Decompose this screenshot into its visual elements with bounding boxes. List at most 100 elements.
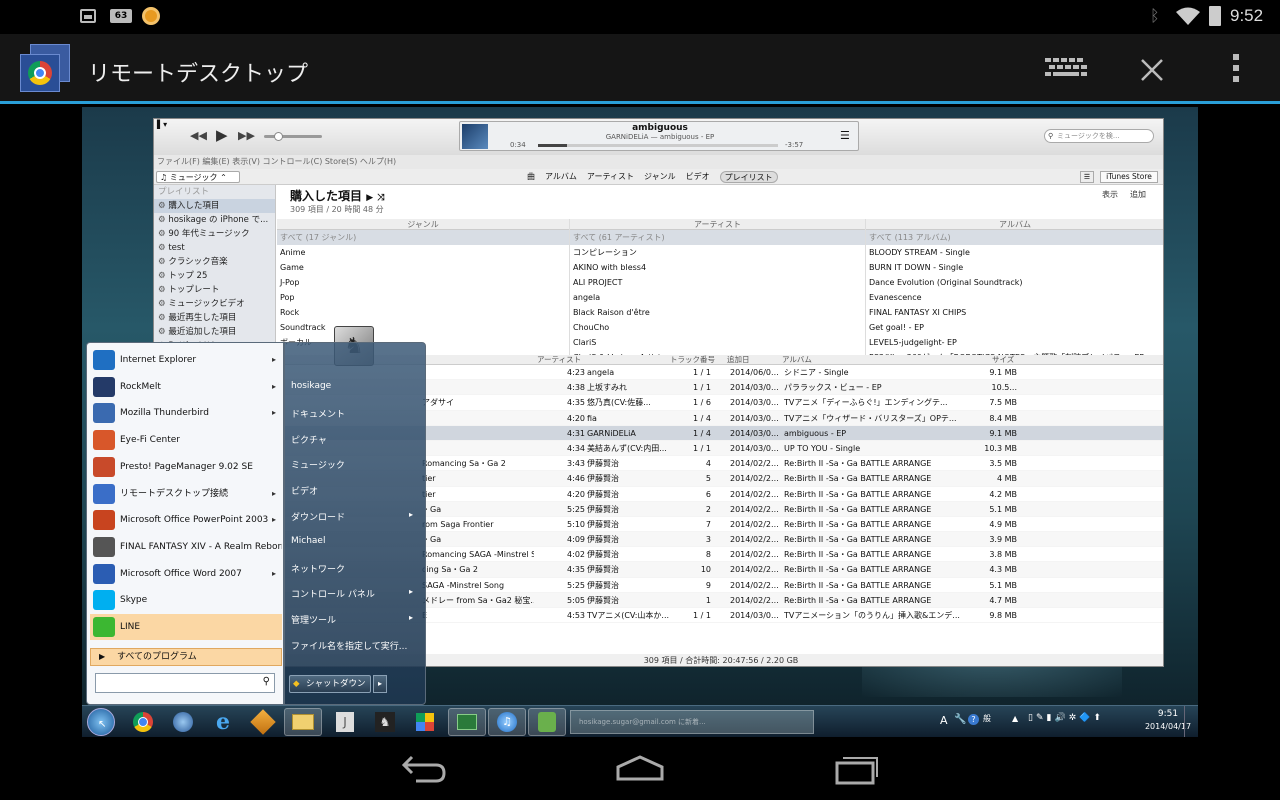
start-program-item[interactable]: Microsoft Office Word 2007 ▸ (90, 561, 282, 587)
artist-item[interactable]: angela (570, 290, 865, 305)
play-playlist-icon[interactable]: ▶ (366, 193, 373, 203)
shuffle-icon[interactable]: ⤨ (377, 193, 384, 203)
genre-item[interactable]: Anime (277, 245, 569, 260)
tab-5[interactable]: プレイリスト (719, 171, 778, 183)
artist-item[interactable]: Black Raison d'être (570, 305, 865, 320)
sidebar-item-playlist[interactable]: ⚙ トップレート (154, 283, 275, 297)
window-menu-icon[interactable]: ▌▾ (157, 120, 167, 129)
tab-4[interactable]: ビデオ (686, 171, 710, 183)
sidebar-item-playlist[interactable]: ⚙ ミュージックビデオ (154, 297, 275, 311)
album-item[interactable]: FINAL FANTASY XI CHIPS (866, 305, 1163, 320)
taskbar-apps-icon[interactable] (406, 708, 444, 736)
start-link-item[interactable]: ネットワーク (291, 562, 345, 575)
start-program-item[interactable]: Internet Explorer ▸ (90, 347, 282, 373)
progress-bar[interactable] (538, 144, 778, 147)
album-item[interactable]: BLOODY STREAM - Single (866, 245, 1163, 260)
genre-item[interactable]: Game (277, 260, 569, 275)
up-next-icon[interactable]: ☰ (840, 129, 850, 142)
start-program-item[interactable]: FINAL FANTASY XIV - A Realm Reborn (90, 534, 282, 560)
artist-item[interactable]: ChouCho (570, 320, 865, 335)
taskbar-ie-icon[interactable]: e (204, 708, 242, 736)
start-program-item[interactable]: Mozilla Thunderbird ▸ (90, 400, 282, 426)
show-hidden-icons[interactable]: ▲ (1012, 714, 1018, 723)
album-item[interactable]: Get goal! - EP (866, 320, 1163, 335)
shutdown-button[interactable]: ◆ シャットダウン (289, 675, 371, 693)
taskbar-notification-toast[interactable]: hosikage.sugar@gmail.com に新着... (570, 710, 814, 734)
genre-item[interactable]: J-Pop (277, 275, 569, 290)
overflow-menu-icon[interactable] (1233, 54, 1241, 84)
sidebar-item-playlist[interactable]: ⚙ 最近再生した項目 (154, 311, 275, 325)
tab-3[interactable]: ジャンル (644, 171, 676, 183)
itunes-menu-bar[interactable]: ファイル(F) 編集(E) 表示(V) コントロール(C) Store(S) ヘ… (154, 155, 1163, 169)
start-program-item[interactable]: リモートデスクトップ接続 ▸ (90, 481, 282, 507)
start-link-item[interactable]: ピクチャ (291, 433, 327, 446)
artist-item[interactable]: コンピレーション (570, 245, 865, 260)
sidebar-item-playlist[interactable]: ⚙ クラシック音楽 (154, 255, 275, 269)
album-item[interactable]: LEVEL5-judgelight- EP (866, 335, 1163, 350)
keyboard-icon[interactable] (1045, 58, 1089, 80)
all-programs-link[interactable]: ▶ すべてのプログラム (90, 648, 282, 666)
taskbar-itunes-icon[interactable]: ♫ (488, 708, 526, 736)
artist-item[interactable]: ALI PROJECT (570, 275, 865, 290)
taskbar-j-icon[interactable]: J (326, 708, 364, 736)
song-column-header[interactable]: トラック番号 (670, 355, 715, 365)
recents-icon[interactable] (833, 751, 881, 785)
album-item[interactable]: Dance Evolution (Original Soundtrack) (866, 275, 1163, 290)
start-program-item[interactable]: Eye-Fi Center (90, 427, 282, 453)
add-to-button[interactable]: 追加 (1130, 189, 1146, 200)
start-program-item[interactable]: Presto! PageManager 9.02 SE (90, 454, 282, 480)
taskbar-evernote-icon[interactable] (528, 708, 566, 736)
album-item[interactable]: すべて (113 アルバム) (866, 230, 1163, 245)
start-link-item[interactable]: ダウンロード ▸ (291, 510, 413, 523)
search-input[interactable]: ⚲ ミュージックを検... (1044, 129, 1154, 143)
start-link-item[interactable]: ミュージック (291, 458, 345, 471)
sidebar-item-playlist[interactable]: ⚙ トップ 25 (154, 269, 275, 283)
album-column-header[interactable]: アルバム (866, 219, 1163, 230)
previous-button[interactable]: ◀◀ (190, 129, 207, 142)
remote-desktop-view[interactable]: ▌▾ ◀◀ ▶ ▶▶ ambiguous GARNiDELiA — ambigu… (82, 107, 1198, 737)
taskbar-explorer-icon[interactable] (284, 708, 322, 736)
tab-1[interactable]: アルバム (545, 171, 577, 183)
library-selector[interactable]: ♫ ミュージック ⌃ (156, 171, 240, 183)
start-link-item[interactable]: Michael (291, 536, 325, 546)
view-option-button[interactable]: 表示 (1102, 189, 1118, 200)
taskbar-remote-icon[interactable] (448, 708, 486, 736)
sidebar-item-playlist[interactable]: ⚙ hosikage の iPhone で... (154, 213, 275, 227)
taskbar-clock-time[interactable]: 9:51 (1148, 709, 1188, 719)
tab-2[interactable]: アーティスト (587, 171, 634, 183)
start-program-item[interactable]: Skype (90, 587, 282, 613)
song-column-header[interactable]: アルバム (782, 355, 812, 365)
sidebar-item-playlist[interactable]: ⚙ test (154, 241, 275, 255)
album-item[interactable]: Evanescence (866, 290, 1163, 305)
volume-slider[interactable] (264, 132, 322, 141)
next-button[interactable]: ▶▶ (238, 129, 255, 142)
itunes-store-button[interactable]: iTunes Store (1100, 171, 1158, 183)
artist-item[interactable]: すべて (61 アーティスト) (570, 230, 865, 245)
play-button[interactable]: ▶ (216, 126, 228, 144)
taskbar-game-icon[interactable]: ♞ (366, 708, 404, 736)
tray-icons[interactable]: ▯✎▮🔊✲🔷⬆ (1028, 713, 1104, 723)
artist-column-header[interactable]: アーティスト (570, 219, 865, 230)
list-view-icon[interactable]: ☰ (1080, 171, 1094, 183)
home-icon[interactable] (614, 753, 666, 783)
start-link-item[interactable]: hosikage (291, 381, 331, 391)
start-program-item[interactable]: LINE (90, 614, 282, 640)
start-program-item[interactable]: RockMelt ▸ (90, 374, 282, 400)
start-link-item[interactable]: ファイル名を指定して実行... (291, 639, 407, 652)
sidebar-item-playlist[interactable]: ⚙ 90 年代ミュージック (154, 227, 275, 241)
genre-item[interactable]: Pop (277, 290, 569, 305)
song-column-header[interactable]: 追加日 (727, 355, 750, 365)
artist-item[interactable]: ClariS (570, 335, 865, 350)
show-desktop-button[interactable] (1184, 706, 1198, 737)
genre-item[interactable]: すべて (17 ジャンル) (277, 230, 569, 245)
start-program-item[interactable]: Microsoft Office PowerPoint 2003 ▸ (90, 507, 282, 533)
sidebar-item-playlist[interactable]: ⚙ 最近追加した項目 (154, 325, 275, 339)
genre-item[interactable]: Rock (277, 305, 569, 320)
start-link-item[interactable]: 管理ツール ▸ (291, 613, 413, 626)
close-icon[interactable] (1140, 58, 1164, 82)
song-column-header[interactable]: サイズ (992, 355, 1014, 365)
tab-0[interactable]: 曲 (527, 171, 535, 183)
taskbar-chrome-icon[interactable] (124, 708, 162, 736)
taskbar-tool-icon[interactable] (244, 708, 282, 736)
artist-item[interactable]: AKINO with bless4 (570, 260, 865, 275)
